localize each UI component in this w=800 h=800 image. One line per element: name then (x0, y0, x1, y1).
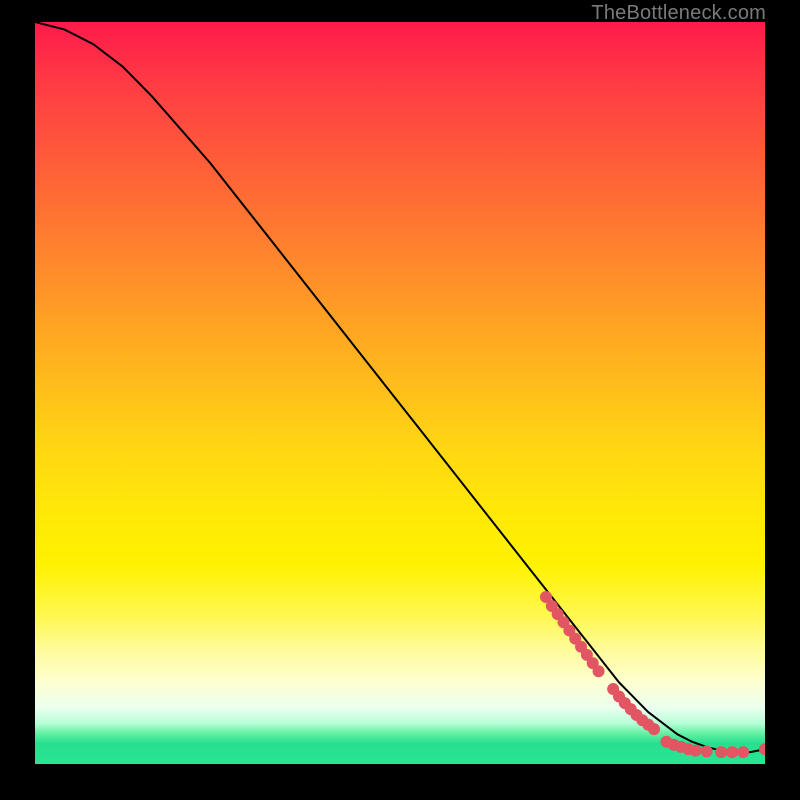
data-point (701, 745, 713, 757)
data-point (759, 743, 765, 755)
bottleneck-curve (35, 22, 765, 752)
data-point (593, 665, 605, 677)
data-point (690, 745, 702, 757)
data-point (648, 723, 660, 735)
chart-frame: TheBottleneck.com (0, 0, 800, 800)
watermark-text: TheBottleneck.com (591, 2, 766, 25)
plot-area (35, 22, 765, 764)
data-point (737, 746, 749, 758)
data-point (726, 746, 738, 758)
chart-svg (35, 22, 765, 764)
data-point (715, 746, 727, 758)
